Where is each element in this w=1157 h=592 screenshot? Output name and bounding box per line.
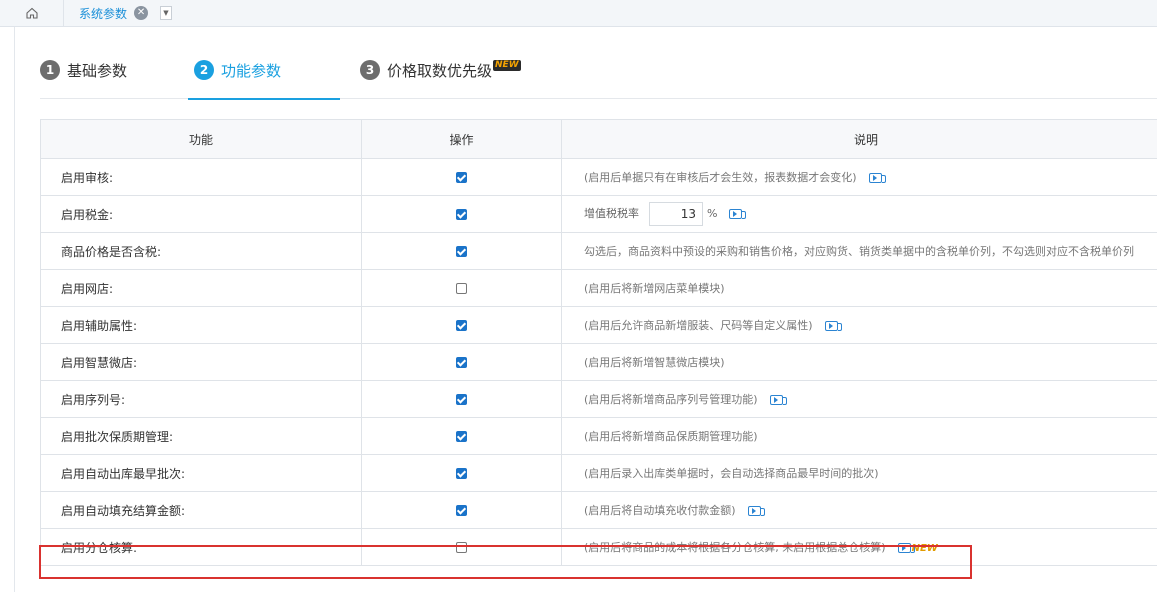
feature-checkbox[interactable] (456, 505, 467, 516)
step-number: 3 (360, 60, 380, 80)
row-operation (361, 380, 562, 418)
row-function-label: 启用分仓核算: (40, 528, 362, 566)
row-function-label: 启用自动出库最早批次: (40, 454, 362, 492)
home-icon (25, 7, 38, 19)
row-operation (361, 306, 562, 344)
row-description-cell: (启用后将新增智慧微店模块) (561, 343, 1157, 381)
video-icon[interactable] (729, 209, 747, 219)
tab-label: 系统参数 (79, 6, 128, 21)
step-label: 功能参数 (221, 62, 282, 80)
row-function-label: 启用税金: (40, 195, 362, 233)
percent-unit: % (707, 207, 718, 220)
row-operation (361, 528, 562, 566)
new-badge: NEW (493, 60, 521, 71)
row-description: (启用后将新增商品序列号管理功能) (584, 393, 758, 406)
row-function-label: 启用辅助属性: (40, 306, 362, 344)
row-function-label: 启用批次保质期管理: (40, 417, 362, 455)
step-number: 1 (40, 60, 60, 80)
new-badge: NEW (911, 543, 938, 554)
feature-checkbox[interactable] (456, 394, 467, 405)
row-description: (启用后将自动填充收付款金额) (584, 504, 736, 517)
feature-checkbox[interactable] (456, 431, 467, 442)
home-button[interactable] (0, 0, 64, 26)
tax-rate-input[interactable]: 13 (649, 202, 703, 226)
active-step-underline (188, 98, 340, 100)
row-description: 勾选后，商品资料中预设的采购和销售价格，对应购货、销货类单据中的含税单价列，不勾… (584, 245, 1134, 258)
row-description: (启用后录入出库类单据时，会自动选择商品最早时间的批次) (584, 467, 879, 480)
feature-checkbox[interactable] (456, 209, 467, 220)
row-operation (361, 269, 562, 307)
feature-checkbox[interactable] (456, 357, 467, 368)
feature-checkbox[interactable] (456, 468, 467, 479)
row-description-cell: (启用后录入出库类单据时，会自动选择商品最早时间的批次) (561, 454, 1157, 492)
feature-checkbox[interactable] (456, 172, 467, 183)
step-function-params[interactable]: 2 功能参数 (194, 60, 281, 96)
row-description-cell: 勾选后，商品资料中预设的采购和销售价格，对应购货、销货类单据中的含税单价列，不勾… (561, 232, 1157, 270)
column-header-operation: 操作 (361, 119, 562, 159)
feature-checkbox[interactable] (456, 246, 467, 257)
tax-rate-label: 增值税税率 (584, 207, 639, 220)
row-description: (启用后允许商品新增服装、尺码等自定义属性) (584, 319, 813, 332)
feature-checkbox[interactable] (456, 283, 467, 294)
tab-dropdown-button[interactable]: ▼ (160, 6, 172, 20)
row-operation (361, 491, 562, 529)
step-number: 2 (194, 60, 214, 80)
row-function-label: 启用自动填充结算金额: (40, 491, 362, 529)
table-row: 启用自动出库最早批次: (启用后录入出库类单据时，会自动选择商品最早时间的批次) (40, 454, 1157, 492)
table-row: 启用网店: (启用后将新增网店菜单模块) (40, 269, 1157, 307)
step-label: 价格取数优先级 (387, 62, 493, 80)
table-header-row: 功能 操作 说明 (40, 119, 1157, 159)
row-description-cell: (启用后将新增网店菜单模块) (561, 269, 1157, 307)
row-description-cell: (启用后允许商品新增服装、尺码等自定义属性) (561, 306, 1157, 344)
table-row: 商品价格是否含税: 勾选后，商品资料中预设的采购和销售价格，对应购货、销货类单据中… (40, 232, 1157, 270)
close-icon[interactable]: ✕ (134, 6, 149, 20)
feature-checkbox[interactable] (456, 542, 467, 553)
table-row: 启用分仓核算: (启用后将商品的成本将根据各分仓核算, 未启用根据总仓核算) NEW (40, 528, 1157, 566)
row-function-label: 启用审核: (40, 158, 362, 196)
row-description-cell: (启用后将自动填充收付款金额) (561, 491, 1157, 529)
video-icon[interactable] (897, 543, 915, 553)
video-icon[interactable] (868, 173, 886, 183)
row-function-label: 启用序列号: (40, 380, 362, 418)
table-row: 启用辅助属性: (启用后允许商品新增服装、尺码等自定义属性) (40, 306, 1157, 344)
step-price-priority[interactable]: 3 价格取数优先级 NEW (360, 60, 521, 96)
row-description: (启用后将商品的成本将根据各分仓核算, 未启用根据总仓核算) (584, 541, 886, 554)
step-nav: 1 基础参数 2 功能参数 3 价格取数优先级 NEW (40, 60, 1157, 100)
row-function-label: 启用智慧微店: (40, 343, 362, 381)
row-operation (361, 417, 562, 455)
function-params-table: 功能 操作 说明 启用审核: (启用后单据只有在审核后才会生效，报表数据才会变化)… (40, 119, 1157, 566)
row-operation (361, 454, 562, 492)
step-label: 基础参数 (67, 62, 128, 80)
row-function-label: 商品价格是否含税: (40, 232, 362, 270)
table-row: 启用序列号: (启用后将新增商品序列号管理功能) (40, 380, 1157, 418)
row-operation (361, 232, 562, 270)
row-description: (启用后单据只有在审核后才会生效，报表数据才会变化) (584, 171, 857, 184)
row-operation (361, 158, 562, 196)
row-description-cell: (启用后将新增商品序列号管理功能) (561, 380, 1157, 418)
row-function-label: 启用网店: (40, 269, 362, 307)
row-description-cell: (启用后将新增商品保质期管理功能) (561, 417, 1157, 455)
feature-checkbox[interactable] (456, 320, 467, 331)
table-row: 启用税金: 增值税税率 13% (40, 195, 1157, 233)
video-icon[interactable] (824, 321, 842, 331)
column-header-description: 说明 (561, 119, 1157, 159)
row-description-cell: (启用后将商品的成本将根据各分仓核算, 未启用根据总仓核算) NEW (561, 528, 1157, 566)
table-row: 启用智慧微店: (启用后将新增智慧微店模块) (40, 343, 1157, 381)
table-row: 启用自动填充结算金额: (启用后将自动填充收付款金额) (40, 491, 1157, 529)
row-operation (361, 195, 562, 233)
row-description: (启用后将新增网店菜单模块) (584, 282, 725, 295)
row-description: (启用后将新增智慧微店模块) (584, 356, 725, 369)
column-header-function: 功能 (40, 119, 362, 159)
left-divider (14, 27, 15, 592)
row-operation (361, 343, 562, 381)
table-row: 启用批次保质期管理: (启用后将新增商品保质期管理功能) (40, 417, 1157, 455)
row-description-cell: 增值税税率 13% (561, 195, 1157, 233)
top-tab-bar: 系统参数 ✕ ▼ (0, 0, 1157, 27)
video-icon[interactable] (769, 395, 787, 405)
table-row: 启用审核: (启用后单据只有在审核后才会生效，报表数据才会变化) (40, 158, 1157, 196)
video-icon[interactable] (747, 506, 765, 516)
row-description-cell: (启用后单据只有在审核后才会生效，报表数据才会变化) (561, 158, 1157, 196)
row-description: (启用后将新增商品保质期管理功能) (584, 430, 758, 443)
step-basic-params[interactable]: 1 基础参数 (40, 60, 127, 96)
